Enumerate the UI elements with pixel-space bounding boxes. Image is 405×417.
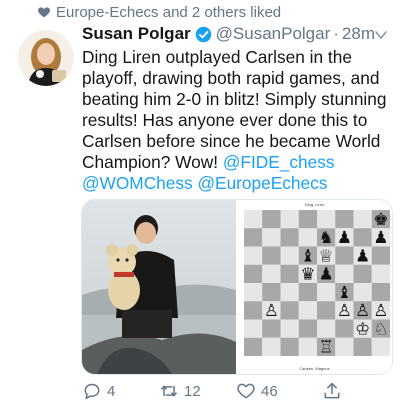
retweet-button[interactable]: 12 — [159, 378, 201, 404]
board-top-label: Ding, Liren — [304, 202, 325, 207]
social-context[interactable]: Europe-Echecs and 2 others liked — [38, 4, 282, 21]
reply-icon — [84, 383, 100, 400]
avatar[interactable] — [18, 30, 74, 86]
board-bottom-label: Carlsen, Magnus — [299, 366, 330, 371]
board-square — [280, 319, 299, 338]
chevron-down-icon[interactable] — [375, 30, 387, 40]
board-square — [262, 246, 281, 265]
media-gallery: Ding, Liren ♚ ♞ ♟ ♟ ♝ ♕ ♟ ♛ ♟ ♝ ♙ ♙ ♙ ♙ ♔ ♘ ♖ Carlsen, M… — [81, 199, 393, 375]
black-pawn-icon: ♟ — [373, 227, 388, 247]
author-handle[interactable]: @SusanPolgar — [216, 24, 331, 44]
separator-dot: · — [333, 24, 339, 43]
board-square — [262, 283, 281, 302]
board-square — [298, 319, 317, 338]
board-square — [353, 228, 372, 247]
board-square — [280, 283, 299, 302]
board-square — [280, 301, 299, 320]
board-square — [298, 337, 317, 356]
retweet-icon — [160, 385, 178, 397]
board-square — [335, 246, 354, 265]
board-square — [280, 264, 299, 283]
board-square — [262, 210, 281, 229]
photo-boy-with-teddy-bear[interactable] — [82, 200, 236, 374]
board-square — [371, 246, 390, 265]
tweet-text: Ding Liren outplayed Carlsen in the play… — [82, 47, 400, 194]
retweet-count: 12 — [184, 382, 201, 400]
share-icon — [324, 382, 340, 399]
white-pawn-icon: ♙ — [264, 300, 279, 320]
black-king-icon: ♚ — [373, 210, 388, 229]
share-button[interactable] — [322, 378, 347, 404]
board-square — [353, 264, 372, 283]
board-square — [280, 210, 299, 229]
board-square — [244, 301, 263, 320]
white-rook-icon: ♖ — [319, 337, 334, 356]
mention-link[interactable]: @FIDE_chess — [223, 152, 335, 172]
black-knight-icon: ♞ — [319, 227, 334, 247]
tweet-header: Susan Polgar @SusanPolgar · 28m — [82, 24, 385, 44]
board-square — [371, 337, 390, 356]
author-name[interactable]: Susan Polgar — [82, 24, 191, 44]
board-square — [317, 283, 336, 302]
white-king-icon: ♔ — [355, 318, 370, 338]
board-square — [244, 264, 263, 283]
board-square — [317, 210, 336, 229]
black-pawn-icon: ♟ — [355, 245, 370, 265]
board-square — [335, 319, 354, 338]
mention-link[interactable]: @EuropeEchecs — [198, 173, 328, 193]
board-square — [317, 319, 336, 338]
tweet-actions: 4 12 46 — [82, 378, 382, 406]
heart-icon — [237, 383, 255, 399]
board-square — [262, 319, 281, 338]
white-pawn-icon: ♙ — [373, 300, 388, 320]
board-square — [335, 210, 354, 229]
board-square — [244, 337, 263, 356]
white-knight-icon: ♘ — [373, 318, 388, 338]
board-square — [244, 210, 263, 229]
liked-by-text: Europe-Echecs and 2 others liked — [56, 4, 282, 21]
board-square — [353, 337, 372, 356]
chess-board-image[interactable]: Ding, Liren ♚ ♞ ♟ ♟ ♝ ♕ ♟ ♛ ♟ ♝ ♙ ♙ ♙ ♙ ♔ ♘ ♖ Carlsen, M… — [237, 200, 392, 374]
board-square — [298, 301, 317, 320]
heart-filled-icon — [38, 7, 50, 18]
black-pawn-icon: ♟ — [337, 227, 352, 247]
board-square — [244, 228, 263, 247]
board-square — [244, 319, 263, 338]
board-square — [335, 264, 354, 283]
board-square — [371, 264, 390, 283]
board-square — [280, 228, 299, 247]
like-count: 46 — [261, 382, 278, 400]
black-queen-icon: ♛ — [300, 264, 315, 284]
verified-badge-icon — [195, 26, 211, 42]
board-square — [353, 210, 372, 229]
mention-link[interactable]: @WOMChess — [82, 173, 193, 193]
board-square — [317, 301, 336, 320]
white-queen-icon: ♕ — [319, 245, 334, 265]
black-bishop-icon: ♝ — [300, 245, 315, 265]
board-square — [244, 283, 263, 302]
timestamp[interactable]: 28m — [342, 24, 375, 44]
reply-button[interactable]: 4 — [82, 378, 115, 404]
board-square — [298, 228, 317, 247]
board-square — [262, 228, 281, 247]
board-square — [298, 210, 317, 229]
like-button[interactable]: 46 — [236, 378, 278, 404]
black-pawn-icon: ♟ — [319, 264, 334, 284]
board-square — [280, 246, 299, 265]
board-square — [244, 246, 263, 265]
black-bishop-icon: ♝ — [337, 282, 352, 302]
board-square — [353, 283, 372, 302]
board-square — [262, 264, 281, 283]
white-pawn-icon: ♙ — [355, 300, 370, 320]
chess-board: ♚♞ ♟ ♟♝ ♕ ♟♛ ♟♝♙ ♙ ♙ ♙♔ ♘♖ — [244, 210, 390, 356]
white-pawn-icon: ♙ — [337, 300, 352, 320]
board-square — [371, 283, 390, 302]
board-square — [335, 337, 354, 356]
board-square — [298, 283, 317, 302]
reply-count: 4 — [107, 382, 116, 400]
board-square — [262, 337, 281, 356]
board-square — [280, 337, 299, 356]
